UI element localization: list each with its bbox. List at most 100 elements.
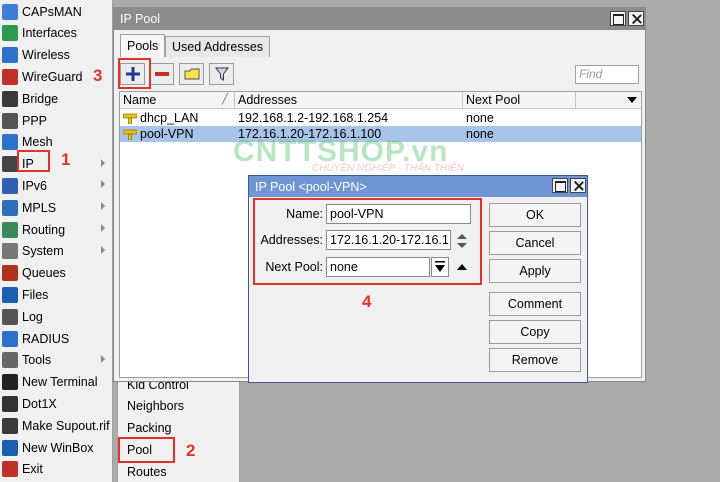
queues-icon <box>2 265 18 282</box>
maximize-button[interactable] <box>610 11 626 26</box>
filter-icon <box>214 67 229 81</box>
mesh-icon <box>2 134 18 151</box>
ok-button[interactable]: OK <box>489 203 581 227</box>
cell-next-pool: none <box>466 127 494 141</box>
menu-item-bridge[interactable]: Bridge <box>0 88 113 109</box>
menu-item-label: New Terminal <box>22 375 98 390</box>
remove-dialog-button[interactable]: Remove <box>489 348 581 372</box>
dialog-title: IP Pool <pool-VPN> <box>255 179 367 194</box>
close-button[interactable] <box>628 11 644 26</box>
addresses-up-down-icon[interactable] <box>456 232 468 250</box>
ppp-icon <box>2 112 18 129</box>
step-number-3: 3 <box>93 66 103 85</box>
radius-icon <box>2 330 18 347</box>
addresses-label: Addresses: <box>260 233 323 247</box>
column-dropdown[interactable] <box>576 92 641 109</box>
menu-item-ppp[interactable]: PPP <box>0 110 113 131</box>
ip-pool-title: IP Pool <box>120 12 161 26</box>
sort-icon: ╱ <box>221 94 228 105</box>
files-icon <box>2 286 18 303</box>
step-number-4: 4 <box>362 292 372 311</box>
menu-item-label: Exit <box>22 462 43 477</box>
comment-icon <box>184 68 199 80</box>
menu-item-label: Make Supout.rif <box>22 418 110 433</box>
submenu-item-routes[interactable]: Routes <box>127 461 167 482</box>
menu-item-new-terminal[interactable]: New Terminal <box>0 372 113 393</box>
column-header-next-pool[interactable]: Next Pool <box>463 92 576 109</box>
submenu-arrow-icon <box>101 245 105 254</box>
minus-icon <box>154 72 169 76</box>
pool-edit-dialog: IP Pool <pool-VPN> Name: pool-VPN Addres… <box>248 175 588 383</box>
menu-item-dot1x[interactable]: Dot1X <box>0 393 113 414</box>
supout-icon <box>2 417 18 434</box>
menu-item-label: Tools <box>22 353 52 368</box>
exit-icon <box>2 461 18 478</box>
comment-dialog-button[interactable]: Comment <box>489 292 581 316</box>
menu-item-label: PPP <box>22 113 48 128</box>
dialog-titlebar[interactable]: IP Pool <pool-VPN> <box>249 176 587 197</box>
menu-item-capsman[interactable]: CAPsMAN <box>0 1 113 22</box>
ip-icon <box>2 156 18 173</box>
cell-name: pool-VPN <box>140 127 194 141</box>
chevron-down-icon <box>627 97 637 103</box>
menu-item-label: New WinBox <box>22 440 94 455</box>
menu-item-label: Queues <box>22 266 66 281</box>
column-header-addresses[interactable]: Addresses <box>235 92 463 109</box>
name-field[interactable]: pool-VPN <box>326 204 471 224</box>
menu-item-label: IPv6 <box>22 178 48 193</box>
addresses-field[interactable]: 172.16.1.20-172.16.1.10 <box>326 230 451 250</box>
submenu-item-neighbors[interactable]: Neighbors <box>127 396 184 417</box>
tab-pools[interactable]: Pools <box>120 34 166 57</box>
menu-item-system[interactable]: System <box>0 241 113 262</box>
column-header-name[interactable]: Name ╱ <box>120 92 235 109</box>
step-number-2: 2 <box>186 441 196 460</box>
capsman-icon <box>2 3 18 20</box>
menu-item-label: Bridge <box>22 91 59 106</box>
pool-icon <box>123 129 137 140</box>
tab-used-addresses[interactable]: Used Addresses <box>165 36 271 57</box>
comment-button[interactable] <box>179 63 204 85</box>
dialog-close-button[interactable] <box>570 178 586 193</box>
menu-item-label: CAPsMAN <box>22 4 82 19</box>
next-pool-select[interactable]: none <box>326 257 430 277</box>
submenu-arrow-icon <box>101 158 105 167</box>
dot1x-icon <box>2 395 18 412</box>
menu-item-files[interactable]: Files <box>0 284 113 305</box>
menu-item-label: Wireless <box>22 48 70 63</box>
name-label: Name: <box>286 207 323 221</box>
next-pool-dropdown-button[interactable] <box>431 257 449 277</box>
ipv6-icon <box>2 177 18 194</box>
menu-item-log[interactable]: Log <box>0 306 113 327</box>
cell-addresses: 192.168.1.2-192.168.1.254 <box>238 111 389 125</box>
find-input[interactable]: Find <box>575 65 639 84</box>
apply-button[interactable]: Apply <box>489 259 581 283</box>
step-number-1: 1 <box>61 150 71 169</box>
remove-button[interactable] <box>149 63 174 85</box>
menu-item-ipv6[interactable]: IPv6 <box>0 175 113 196</box>
filter-button[interactable] <box>209 63 234 85</box>
add-highlight-box <box>118 58 151 89</box>
submenu-item-packing[interactable]: Packing <box>127 418 171 439</box>
menu-item-label: Interfaces <box>22 26 77 41</box>
ip-pool-titlebar[interactable]: IP Pool <box>114 8 645 30</box>
menu-item-mpls[interactable]: MPLS <box>0 197 113 218</box>
next-pool-up-icon[interactable] <box>456 262 468 272</box>
menu-item-queues[interactable]: Queues <box>0 263 113 284</box>
menu-item-label: System <box>22 244 64 259</box>
table-row[interactable]: dhcp_LAN 192.168.1.2-192.168.1.254 none <box>120 110 641 126</box>
winbox-icon <box>2 439 18 456</box>
cancel-button[interactable]: Cancel <box>489 231 581 255</box>
copy-button[interactable]: Copy <box>489 320 581 344</box>
menu-item-wireless[interactable]: Wireless <box>0 45 113 66</box>
menu-item-interfaces[interactable]: Interfaces <box>0 23 113 44</box>
bridge-icon <box>2 90 18 107</box>
menu-item-exit[interactable]: Exit <box>0 459 113 480</box>
menu-item-routing[interactable]: Routing <box>0 219 113 240</box>
menu-item-radius[interactable]: RADIUS <box>0 328 113 349</box>
dialog-maximize-button[interactable] <box>552 178 568 193</box>
menu-item-tools[interactable]: Tools <box>0 350 113 371</box>
menu-item-new-winbox[interactable]: New WinBox <box>0 437 113 458</box>
menu-item-label: Log <box>22 309 43 324</box>
menu-item-make-supout-rif[interactable]: Make Supout.rif <box>0 415 113 436</box>
submenu-arrow-icon <box>101 180 105 189</box>
